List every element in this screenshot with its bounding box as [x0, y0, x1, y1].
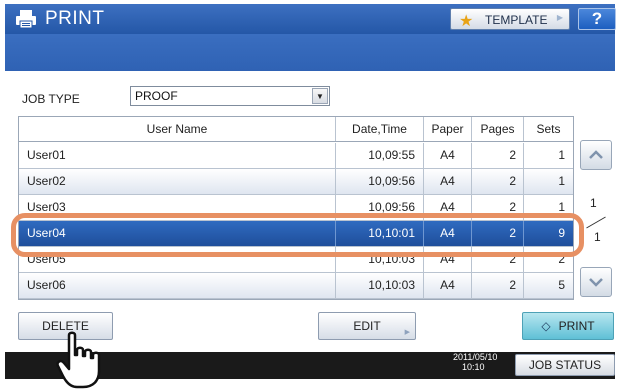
cell-pages: 2 [471, 143, 523, 168]
cell-user: User02 [27, 174, 66, 188]
edit-button-label: EDIT [353, 319, 381, 333]
scroll-up-button[interactable] [580, 140, 612, 170]
cell-datetime: 10,10:03 [335, 273, 423, 298]
chevron-up-icon [589, 150, 603, 159]
cell-user: User06 [27, 278, 66, 292]
corner-arrow-icon: ▶ [556, 13, 563, 22]
column-header-date-time[interactable]: Date,Time [335, 117, 423, 141]
job-type-label: JOB TYPE [22, 92, 80, 106]
star-icon: ★ [459, 13, 474, 30]
status-time: 10:10 [462, 362, 485, 372]
scroll-down-button[interactable] [580, 267, 612, 297]
column-header-paper[interactable]: Paper [423, 117, 471, 141]
cell-paper: A4 [423, 143, 471, 168]
status-date: 2011/05/10 [453, 352, 498, 362]
cell-pages: 2 [471, 273, 523, 298]
cell-sets: 5 [523, 273, 573, 298]
hand-pointer-icon [56, 331, 101, 389]
cell-datetime: 10,09:55 [335, 143, 423, 168]
template-button-label: TEMPLATE [485, 13, 548, 27]
corner-arrow-icon: ▶ [404, 329, 410, 336]
page-divider [586, 216, 606, 229]
job-type-select[interactable]: PROOF ▼ [130, 86, 330, 106]
column-header-pages[interactable]: Pages [471, 117, 523, 141]
table-row[interactable]: User01 10,09:55 A4 2 1 [19, 143, 573, 169]
cell-paper: A4 [423, 169, 471, 194]
table-row[interactable]: User02 10,09:56 A4 2 1 [19, 169, 573, 195]
selection-highlight-outline [11, 213, 584, 257]
dropdown-arrow-icon[interactable]: ▼ [312, 88, 328, 104]
table-header: User Name Date,Time Paper Pages Sets [19, 117, 573, 142]
page-current: 1 [590, 196, 597, 210]
print-button[interactable]: ◇ PRINT [522, 312, 614, 340]
job-status-label: JOB STATUS [528, 358, 602, 372]
diamond-arrows-icon: ◇ [541, 319, 551, 333]
table-row[interactable]: User06 10,10:03 A4 2 5 [19, 273, 573, 299]
template-button[interactable]: ★ TEMPLATE ▶ [450, 8, 570, 30]
cell-datetime: 10,09:56 [335, 169, 423, 194]
cell-sets: 1 [523, 143, 573, 168]
cell-paper: A4 [423, 273, 471, 298]
cell-user: User01 [27, 148, 66, 162]
printer-icon [16, 10, 36, 29]
column-header-sets[interactable]: Sets [523, 117, 573, 141]
title-bar: PRINT ★ TEMPLATE ▶ ? [5, 4, 616, 34]
page-total: 1 [594, 230, 601, 244]
job-list-table: User Name Date,Time Paper Pages Sets Use… [18, 116, 574, 300]
column-header-user-name[interactable]: User Name [19, 117, 335, 141]
help-button[interactable]: ? [578, 8, 616, 30]
job-status-button[interactable]: JOB STATUS [515, 354, 615, 376]
cell-sets: 1 [523, 169, 573, 194]
job-type-value: PROOF [135, 89, 178, 103]
header-band [5, 34, 615, 71]
cell-pages: 2 [471, 169, 523, 194]
chevron-down-icon [589, 278, 603, 287]
page-title: PRINT [45, 8, 105, 29]
edit-button[interactable]: EDIT ▶ [318, 312, 416, 340]
print-button-label: PRINT [558, 319, 595, 333]
